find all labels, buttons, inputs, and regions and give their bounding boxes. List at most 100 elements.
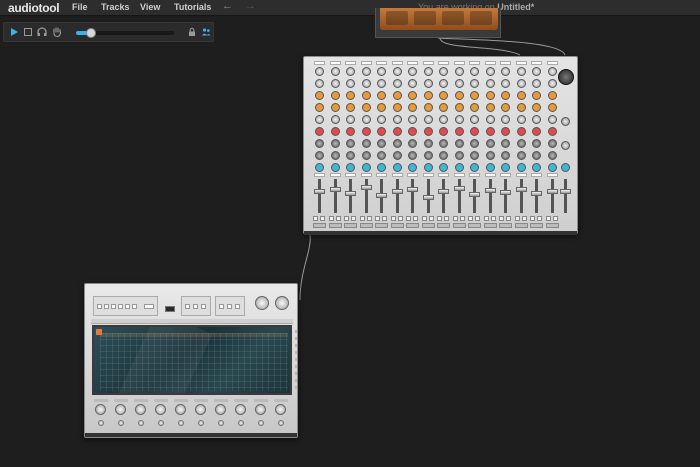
channel-knob[interactable]	[439, 79, 448, 88]
voice-small-knob[interactable]	[237, 420, 244, 426]
channel-knob[interactable]	[454, 91, 464, 100]
menu-view[interactable]: View	[140, 2, 160, 12]
channel-mute-solo-button[interactable]	[335, 216, 341, 221]
menu-tutorials[interactable]: Tutorials	[174, 2, 211, 12]
channel-knob[interactable]	[392, 103, 402, 112]
channel-knob[interactable]	[485, 127, 495, 136]
channel-knob[interactable]	[516, 139, 526, 148]
channel-knob[interactable]	[454, 163, 464, 172]
channel-knob[interactable]	[330, 103, 340, 112]
channel-knob[interactable]	[361, 139, 371, 148]
pattern-pad[interactable]	[111, 304, 116, 309]
channel-knob[interactable]	[315, 67, 324, 76]
channel-knob[interactable]	[408, 151, 417, 160]
channel-knob[interactable]	[470, 91, 479, 100]
channel-knob[interactable]	[361, 151, 371, 160]
master-aux-knob[interactable]	[561, 141, 570, 150]
channel-knob[interactable]	[423, 103, 433, 112]
channel-mute-solo-button[interactable]	[530, 216, 535, 221]
master-fader[interactable]	[560, 189, 571, 194]
pattern-pad[interactable]	[118, 304, 123, 309]
channel-knob[interactable]	[392, 127, 402, 136]
channel-knob[interactable]	[423, 151, 433, 160]
channel-knob[interactable]	[516, 151, 526, 160]
channel-knob[interactable]	[361, 67, 371, 76]
channel-knob[interactable]	[470, 139, 479, 148]
master-aux-knob[interactable]	[561, 117, 570, 126]
channel-fader[interactable]	[469, 192, 480, 197]
channel-mute-solo-button[interactable]	[406, 216, 411, 221]
channel-fader[interactable]	[345, 191, 356, 196]
channel-knob[interactable]	[516, 79, 526, 88]
channel-knob[interactable]	[485, 115, 495, 124]
channel-knob[interactable]	[470, 103, 479, 112]
channel-knob[interactable]	[470, 151, 479, 160]
channel-knob[interactable]	[392, 115, 402, 124]
channel-knob[interactable]	[501, 151, 510, 160]
mode-pad[interactable]	[235, 304, 240, 309]
channel-knob[interactable]	[346, 67, 355, 76]
channel-knob[interactable]	[377, 103, 386, 112]
channel-knob[interactable]	[330, 151, 340, 160]
pattern-pad[interactable]	[97, 304, 102, 309]
channel-mute-solo-button[interactable]	[344, 216, 349, 221]
channel-knob[interactable]	[330, 79, 340, 88]
step-pad[interactable]	[201, 304, 206, 309]
channel-knob[interactable]	[346, 127, 355, 136]
voice-parameter-knob[interactable]	[235, 404, 246, 415]
channel-knob[interactable]	[330, 91, 340, 100]
menu-tracks[interactable]: Tracks	[101, 2, 130, 12]
voice-small-knob[interactable]	[257, 420, 264, 426]
channel-knob[interactable]	[392, 151, 402, 160]
select-rectangle-icon[interactable]	[22, 26, 34, 38]
shuffle-knob[interactable]	[255, 296, 269, 310]
channel-mute-solo-button[interactable]	[390, 216, 396, 221]
channel-knob[interactable]	[377, 79, 386, 88]
channel-knob[interactable]	[423, 163, 433, 172]
channel-knob[interactable]	[377, 163, 386, 172]
channel-knob[interactable]	[516, 115, 526, 124]
zoom-slider-knob[interactable]	[85, 28, 96, 38]
channel-knob[interactable]	[423, 139, 433, 148]
channel-knob[interactable]	[532, 151, 541, 160]
step-pad[interactable]	[185, 304, 190, 309]
channel-knob[interactable]	[439, 139, 448, 148]
voice-select-led[interactable]	[295, 330, 297, 333]
channel-mute-solo-button[interactable]	[397, 216, 403, 221]
app-logo[interactable]: audiotool	[8, 1, 60, 15]
channel-mute-solo-button[interactable]	[475, 216, 480, 221]
headphones-icon[interactable]	[36, 26, 48, 38]
channel-fader[interactable]	[500, 190, 511, 195]
forward-arrow-icon[interactable]: →	[245, 0, 256, 12]
channel-knob[interactable]	[485, 79, 495, 88]
channel-knob[interactable]	[315, 91, 324, 100]
channel-mute-solo-button[interactable]	[437, 216, 442, 221]
channel-knob[interactable]	[330, 127, 340, 136]
channel-knob[interactable]	[439, 115, 448, 124]
channel-knob[interactable]	[516, 103, 526, 112]
channel-knob[interactable]	[485, 151, 495, 160]
channel-knob[interactable]	[454, 115, 464, 124]
pattern-pad[interactable]	[125, 304, 130, 309]
zoom-slider[interactable]	[76, 28, 174, 38]
channel-mute-solo-button[interactable]	[459, 216, 465, 221]
channel-knob[interactable]	[361, 91, 371, 100]
voice-parameter-knob[interactable]	[275, 404, 286, 415]
channel-knob[interactable]	[501, 79, 510, 88]
channel-mute-solo-button[interactable]	[320, 216, 325, 221]
channel-knob[interactable]	[454, 79, 464, 88]
channel-knob[interactable]	[532, 115, 541, 124]
voice-small-knob[interactable]	[137, 420, 144, 426]
channel-knob[interactable]	[439, 91, 448, 100]
voice-parameter-knob[interactable]	[175, 404, 186, 415]
channel-knob[interactable]	[423, 79, 433, 88]
pointer-icon[interactable]	[8, 26, 20, 38]
channel-knob[interactable]	[377, 115, 386, 124]
channel-knob[interactable]	[392, 163, 402, 172]
channel-fader[interactable]	[438, 189, 449, 194]
voice-select-led[interactable]	[295, 379, 297, 382]
channel-knob[interactable]	[377, 139, 386, 148]
channel-knob[interactable]	[485, 67, 495, 76]
channel-knob[interactable]	[439, 151, 448, 160]
step-grid[interactable]	[100, 333, 288, 391]
